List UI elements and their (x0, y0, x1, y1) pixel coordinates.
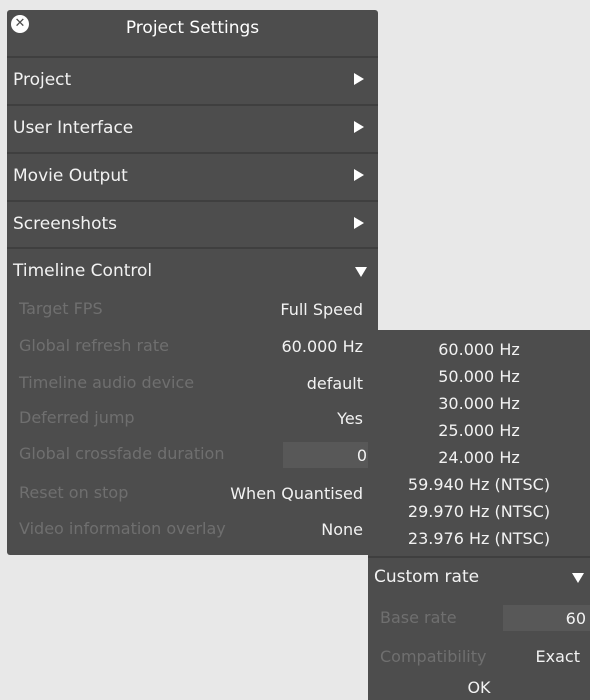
option-60hz[interactable]: 60.000 Hz (368, 336, 590, 363)
section-user-interface[interactable]: User Interface (7, 104, 378, 150)
row-deferred-jump: Deferred jump Yes (7, 404, 378, 434)
row-video-information-overlay: Video information overlay None (7, 515, 378, 545)
expand-right-icon (354, 73, 364, 85)
section-label: Movie Output (13, 166, 128, 186)
row-base-rate: Base rate 60 (368, 603, 590, 633)
compatibility-label: Compatibility (380, 647, 487, 666)
section-screenshots[interactable]: Screenshots (7, 200, 378, 246)
option-59-94hz-ntsc[interactable]: 59.940 Hz (NTSC) (368, 471, 590, 498)
section-timeline-control[interactable]: Timeline Control (7, 247, 378, 293)
expand-right-icon (354, 217, 364, 229)
reset-on-stop-select[interactable]: When Quantised (230, 484, 363, 503)
video-information-overlay-label: Video information overlay (19, 519, 226, 538)
option-50hz[interactable]: 50.000 Hz (368, 363, 590, 390)
option-23-976hz-ntsc[interactable]: 23.976 Hz (NTSC) (368, 525, 590, 552)
base-rate-field[interactable]: 60 (503, 605, 590, 631)
dialog-title: Project Settings (125, 18, 260, 38)
section-project[interactable]: Project (7, 56, 378, 102)
timeline-audio-device-select[interactable]: default (307, 374, 363, 393)
row-reset-on-stop: Reset on stop When Quantised (7, 479, 378, 509)
section-label: Project (13, 70, 72, 90)
row-global-crossfade-duration: Global crossfade duration 0 (7, 440, 378, 470)
row-compatibility: Compatibility Exact (368, 642, 590, 672)
expand-right-icon (354, 169, 364, 181)
title-bar: ✕ Project Settings (7, 10, 378, 50)
section-label: User Interface (13, 118, 134, 138)
section-label: Screenshots (13, 214, 118, 234)
reset-on-stop-label: Reset on stop (19, 483, 129, 502)
target-fps-select[interactable]: Full Speed (280, 300, 363, 319)
option-30hz[interactable]: 30.000 Hz (368, 390, 590, 417)
compatibility-select[interactable]: Exact (536, 647, 580, 666)
crossfade-duration-field[interactable]: 0 (283, 442, 371, 468)
global-crossfade-duration-label: Global crossfade duration (19, 444, 225, 463)
ok-button[interactable]: OK (368, 675, 590, 700)
project-settings-dialog: ✕ Project Settings Project User Interfac… (7, 10, 378, 555)
option-25hz[interactable]: 25.000 Hz (368, 417, 590, 444)
target-fps-label: Target FPS (19, 299, 103, 318)
row-timeline-audio-device: Timeline audio device default (7, 369, 378, 399)
timeline-audio-device-label: Timeline audio device (19, 373, 195, 392)
expand-right-icon (354, 121, 364, 133)
option-24hz[interactable]: 24.000 Hz (368, 444, 590, 471)
deferred-jump-toggle[interactable]: Yes (337, 409, 363, 428)
global-refresh-rate-label: Global refresh rate (19, 336, 169, 355)
collapse-down-icon (572, 573, 584, 583)
row-target-fps: Target FPS Full Speed (7, 295, 378, 325)
crossfade-duration-value: 0 (356, 446, 367, 465)
custom-rate-label: Custom rate (374, 567, 480, 587)
row-global-refresh-rate: Global refresh rate 60.000 Hz (7, 332, 378, 362)
section-label: Timeline Control (13, 261, 153, 281)
refresh-rate-dropdown: 60.000 Hz 50.000 Hz 30.000 Hz 25.000 Hz … (368, 330, 590, 700)
base-rate-value: 60 (565, 609, 586, 628)
video-information-overlay-select[interactable]: None (321, 520, 363, 539)
section-movie-output[interactable]: Movie Output (7, 152, 378, 198)
base-rate-label: Base rate (380, 608, 457, 627)
collapse-down-icon (355, 267, 367, 277)
global-refresh-rate-select[interactable]: 60.000 Hz (282, 337, 364, 356)
custom-rate-section[interactable]: Custom rate (368, 556, 590, 598)
deferred-jump-label: Deferred jump (19, 408, 135, 427)
option-29-97hz-ntsc[interactable]: 29.970 Hz (NTSC) (368, 498, 590, 525)
